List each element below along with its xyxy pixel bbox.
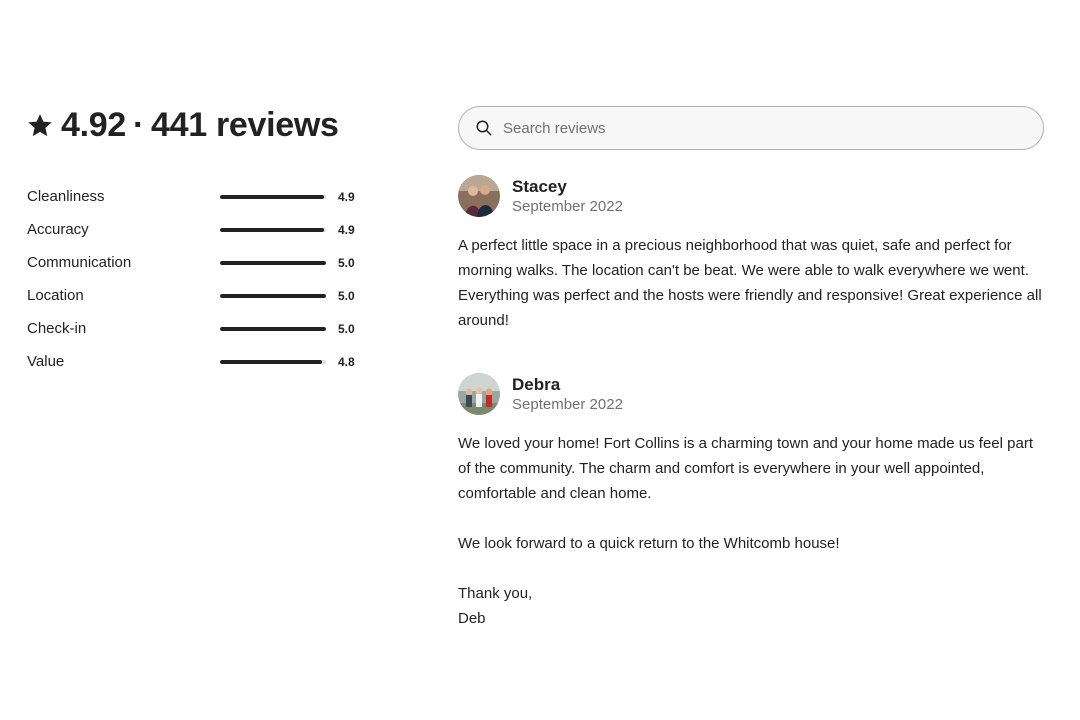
review-text: We loved your home! Fort Collins is a ch… xyxy=(458,431,1048,631)
category-bar xyxy=(220,293,326,298)
review-paragraph: We look forward to a quick return to the… xyxy=(458,535,840,552)
category-ratings: Cleanliness 4.9 Accuracy 4.9 Communicati… xyxy=(27,180,367,378)
overall-rating: 4.92 xyxy=(61,105,126,144)
category-bar xyxy=(220,359,326,364)
reviewer-meta: Stacey September 2022 xyxy=(512,176,623,217)
reviewer-name: Stacey xyxy=(512,176,567,196)
category-score: 5.0 xyxy=(338,321,355,336)
category-bar-fill xyxy=(220,227,324,232)
review-text: A perfect little space in a precious nei… xyxy=(458,233,1048,333)
category-score: 4.8 xyxy=(338,354,355,369)
search-reviews-field[interactable] xyxy=(458,106,1044,150)
review-item: Stacey September 2022 A perfect little s… xyxy=(458,174,1048,333)
category-label: Cleanliness xyxy=(27,188,105,205)
category-row-cleanliness: Cleanliness 4.9 xyxy=(27,180,367,213)
review-date: September 2022 xyxy=(512,197,623,215)
category-bar xyxy=(220,227,326,232)
category-score: 4.9 xyxy=(338,222,355,237)
category-label: Check-in xyxy=(27,320,87,337)
avatar[interactable] xyxy=(458,175,500,217)
category-row-accuracy: Accuracy 4.9 xyxy=(27,213,367,246)
review-paragraph: A perfect little space in a precious nei… xyxy=(458,237,1042,329)
category-row-value: Value 4.8 xyxy=(27,345,367,378)
review-count: 441 reviews xyxy=(151,105,339,144)
category-bar-fill xyxy=(220,293,326,298)
review-paragraph: We loved your home! Fort Collins is a ch… xyxy=(458,435,1033,502)
category-label: Value xyxy=(27,353,65,370)
category-bar-fill xyxy=(220,326,326,331)
category-score: 4.9 xyxy=(338,189,355,204)
category-score: 5.0 xyxy=(338,288,355,303)
review-paragraph: Thank you, Deb xyxy=(458,585,533,627)
category-row-check-in: Check-in 5.0 xyxy=(27,312,367,345)
avatar[interactable] xyxy=(458,373,500,415)
star-icon xyxy=(28,113,52,137)
category-label: Location xyxy=(27,287,84,304)
review-item: Debra September 2022 We loved your home!… xyxy=(458,372,1048,631)
category-bar xyxy=(220,260,326,265)
category-row-communication: Communication 5.0 xyxy=(27,246,367,279)
category-bar xyxy=(220,194,326,199)
headline-separator: · xyxy=(132,105,145,144)
rating-headline: 4.92 · 441 reviews xyxy=(27,104,367,146)
review-date: September 2022 xyxy=(512,395,623,413)
category-bar-fill xyxy=(220,359,322,364)
rating-summary: 4.92 · 441 reviews Cleanliness 4.9 Accur… xyxy=(27,104,367,378)
reviewer-name: Debra xyxy=(512,374,561,394)
review-header: Debra September 2022 xyxy=(458,372,1048,416)
category-bar xyxy=(220,326,326,331)
category-bar-fill xyxy=(220,260,326,265)
category-bar-fill xyxy=(220,194,324,199)
category-row-location: Location 5.0 xyxy=(27,279,367,312)
search-input[interactable] xyxy=(501,118,1025,138)
category-label: Accuracy xyxy=(27,221,89,238)
magnifier-icon xyxy=(476,120,492,136)
review-header: Stacey September 2022 xyxy=(458,174,1048,218)
category-score: 5.0 xyxy=(338,255,355,270)
reviewer-meta: Debra September 2022 xyxy=(512,374,623,415)
category-label: Communication xyxy=(27,254,132,271)
